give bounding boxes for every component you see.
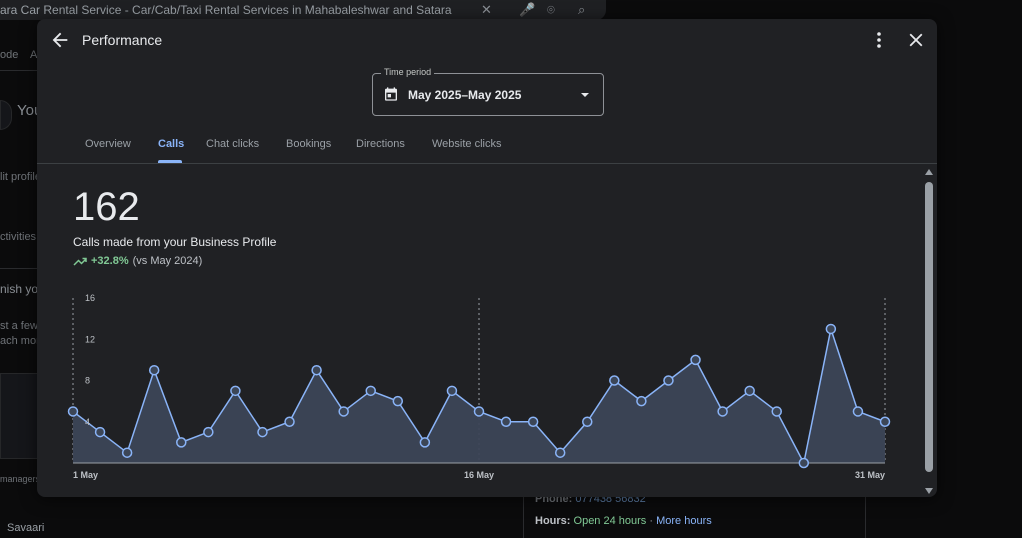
y-tick-label: 12 bbox=[85, 334, 95, 344]
dropdown-arrow-icon bbox=[581, 93, 589, 97]
metric-value: 162 bbox=[73, 185, 140, 229]
hours-status: Open 24 hours bbox=[573, 515, 647, 527]
scroll-down-icon[interactable] bbox=[924, 486, 934, 496]
microphone-icon[interactable]: 🎤 bbox=[519, 2, 535, 18]
time-period-value: May 2025–May 2025 bbox=[408, 88, 522, 102]
data-point bbox=[94, 426, 106, 438]
data-point bbox=[148, 364, 160, 376]
metric-description: Calls made from your Business Profile bbox=[73, 235, 277, 249]
data-point bbox=[473, 406, 485, 417]
data-point bbox=[582, 416, 593, 427]
data-point bbox=[121, 447, 133, 458]
data-point bbox=[744, 385, 755, 397]
calls-series-line bbox=[72, 326, 886, 466]
background-snippet: ode bbox=[0, 49, 19, 61]
data-point bbox=[690, 354, 701, 366]
y-tick-label: 8 bbox=[85, 376, 90, 386]
x-tick-label: 1 May bbox=[73, 470, 98, 480]
background-divider bbox=[0, 268, 37, 269]
dialog-title: Performance bbox=[82, 32, 163, 48]
data-point bbox=[392, 395, 404, 407]
data-point bbox=[284, 416, 295, 427]
calls-area bbox=[73, 328, 885, 463]
data-point bbox=[717, 406, 728, 417]
background-search-bar[interactable]: ara Car Rental Service - Car/Cab/Taxi Re… bbox=[0, 0, 606, 20]
background-snippet: lit profile bbox=[0, 171, 41, 183]
data-point bbox=[257, 426, 268, 438]
time-period-label: Time period bbox=[381, 67, 435, 77]
tab-chat-clicks[interactable]: Chat clicks bbox=[206, 138, 259, 150]
tab-website-clicks[interactable]: Website clicks bbox=[432, 138, 501, 150]
data-point bbox=[554, 447, 566, 458]
background-snippet: ach mor bbox=[0, 335, 40, 347]
metric-comparison: (vs May 2024) bbox=[132, 255, 203, 267]
performance-dialog: Performance Time period May 2025–May 202… bbox=[37, 19, 937, 497]
x-tick-label: 16 May bbox=[464, 470, 494, 480]
data-point bbox=[230, 385, 241, 397]
background-divider bbox=[523, 497, 524, 538]
data-point bbox=[771, 406, 782, 417]
calendar-icon bbox=[385, 87, 397, 101]
data-point bbox=[852, 406, 864, 417]
data-point bbox=[338, 406, 349, 417]
data-point bbox=[203, 426, 214, 438]
data-point bbox=[176, 437, 187, 448]
metric-tabs: Overview Calls Chat clicks Bookings Dire… bbox=[37, 134, 937, 164]
data-point bbox=[527, 416, 539, 427]
background-bottom-left-text: Savaari bbox=[7, 522, 45, 534]
data-point bbox=[609, 375, 620, 386]
data-point bbox=[311, 364, 322, 376]
hours-label: Hours: bbox=[535, 515, 571, 527]
close-button[interactable] bbox=[905, 29, 927, 51]
vertical-scrollbar[interactable] bbox=[922, 165, 936, 497]
metric-trend: +32.8% (vs May 2024) bbox=[73, 255, 202, 267]
tab-bookings[interactable]: Bookings bbox=[286, 138, 331, 150]
background-snippet: st a few bbox=[0, 320, 38, 332]
lens-icon[interactable]: ⌾ bbox=[547, 2, 555, 18]
time-period-select[interactable]: Time period May 2025–May 2025 bbox=[372, 67, 604, 116]
active-tab-indicator bbox=[158, 160, 182, 163]
more-options-button[interactable] bbox=[869, 29, 889, 51]
search-icon[interactable]: ⌕ bbox=[578, 2, 585, 18]
y-tick-label: 4 bbox=[85, 417, 90, 427]
more-vert-icon bbox=[877, 32, 881, 48]
background-search-query: ara Car Rental Service - Car/Cab/Taxi Re… bbox=[0, 3, 452, 17]
data-point bbox=[663, 375, 674, 386]
tab-directions[interactable]: Directions bbox=[356, 138, 405, 150]
data-point bbox=[365, 385, 376, 397]
y-tick-label: 16 bbox=[85, 293, 95, 303]
tab-calls[interactable]: Calls bbox=[158, 138, 184, 150]
data-point bbox=[879, 416, 891, 427]
data-point bbox=[446, 385, 458, 397]
data-point bbox=[825, 323, 837, 335]
scroll-up-icon[interactable] bbox=[924, 167, 934, 177]
data-point bbox=[419, 437, 431, 448]
clear-icon[interactable]: ✕ bbox=[481, 2, 492, 18]
background-divider bbox=[0, 70, 37, 71]
background-snippet: managers bbox=[0, 474, 41, 484]
close-icon bbox=[909, 33, 923, 47]
data-point bbox=[500, 416, 512, 427]
scroll-thumb[interactable] bbox=[925, 182, 933, 472]
trending-up-icon bbox=[73, 257, 87, 266]
background-divider bbox=[865, 497, 866, 538]
data-point bbox=[636, 395, 647, 407]
tab-overview[interactable]: Overview bbox=[85, 138, 131, 150]
arrow-back-icon bbox=[52, 32, 68, 48]
background-thumbnail bbox=[0, 373, 39, 459]
more-hours-link[interactable]: More hours bbox=[656, 515, 712, 527]
data-point bbox=[67, 406, 79, 417]
background-snippet: ctivities bbox=[0, 231, 37, 243]
back-button[interactable] bbox=[49, 29, 71, 51]
x-tick-label: 31 May bbox=[855, 470, 885, 480]
background-avatar bbox=[0, 100, 12, 130]
background-snippet: nish yo bbox=[0, 282, 39, 296]
hours-separator: · bbox=[649, 515, 654, 527]
background-hours-row: Hours: Open 24 hours · More hours bbox=[535, 515, 712, 527]
metric-change: +32.8% bbox=[91, 255, 129, 267]
data-point bbox=[798, 457, 810, 469]
